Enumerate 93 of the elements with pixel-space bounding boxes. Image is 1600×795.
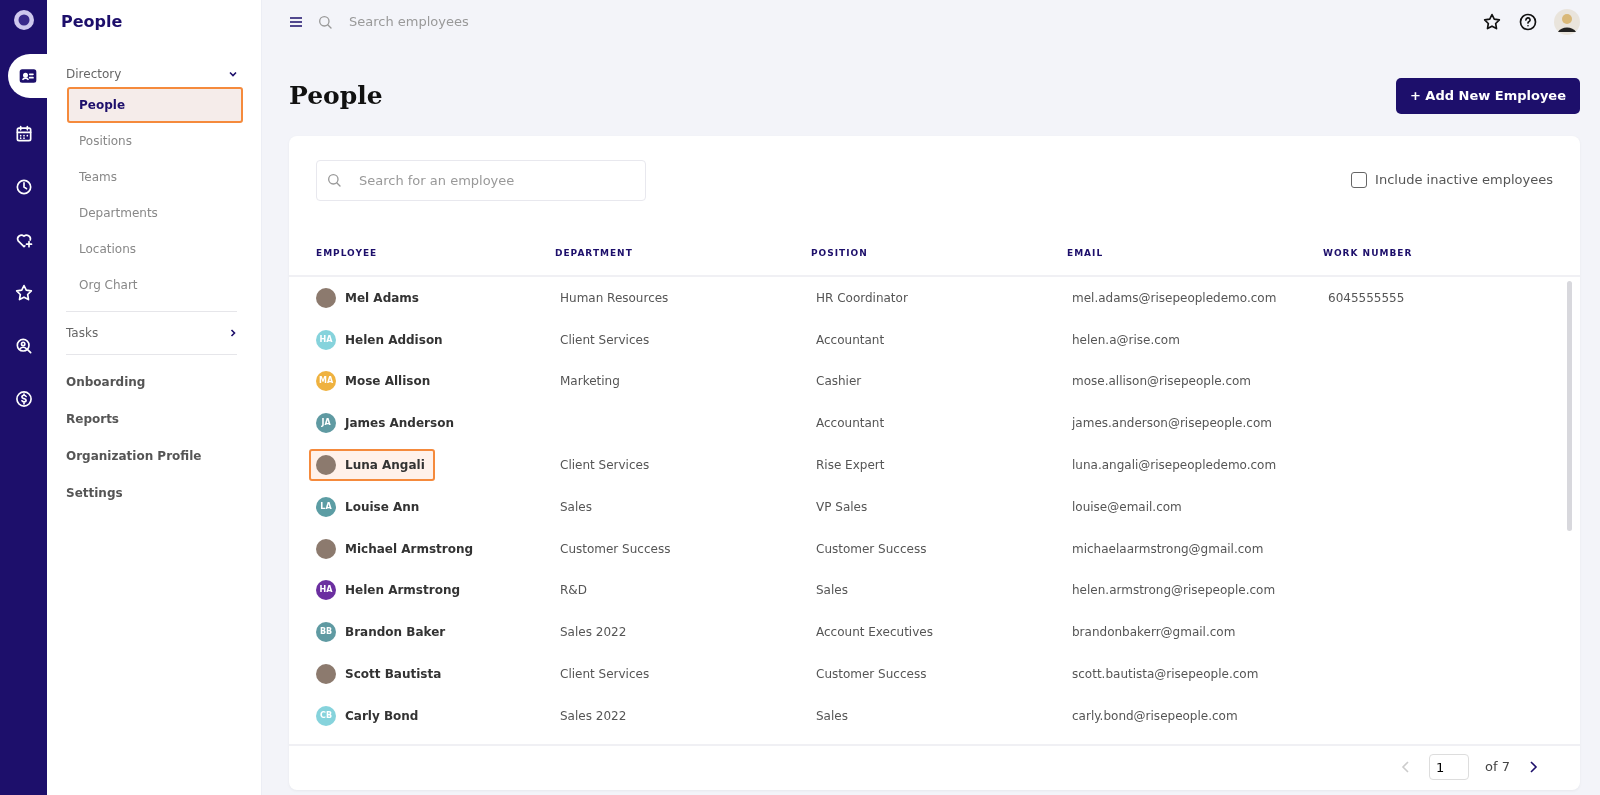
employee-name[interactable]: James Anderson — [345, 414, 454, 433]
page-number-field[interactable]: 1 — [1429, 754, 1470, 780]
table-cell-text: mose.allison@risepeople.com — [1071, 374, 1252, 389]
avatar-photo-placeholder — [316, 455, 336, 476]
avatar-photo-placeholder — [316, 287, 336, 308]
page-title: People — [289, 80, 383, 111]
sidebar-item[interactable]: Positions — [67, 123, 243, 160]
table-cell-text: Client Services — [559, 332, 650, 347]
table-cell-text: Client Services — [559, 667, 650, 682]
sidebar-link[interactable]: Settings — [61, 474, 128, 512]
employee-search-field[interactable]: Search for an employee — [316, 159, 646, 201]
table-cell-text: mel.adams@risepeopledemo.com — [1071, 290, 1277, 305]
avatar: JA — [316, 413, 336, 434]
column-header: EMAIL — [1067, 246, 1105, 260]
employee-name[interactable]: Michael Armstrong — [345, 539, 474, 558]
table-cell-text: helen.armstrong@risepeople.com — [1071, 583, 1276, 598]
employee-name[interactable]: Carly Bond — [345, 706, 419, 725]
search-icon — [326, 171, 342, 188]
sidebar-link[interactable]: Reports — [61, 400, 124, 438]
table-cell-text: Sales 2022 — [559, 625, 627, 640]
table-cell-text: michaelaarmstrong@gmail.com — [1071, 541, 1264, 556]
table-cell-text: helen.a@rise.com — [1071, 332, 1180, 347]
sidebar-title: People — [61, 12, 124, 32]
table-cell-text: Rise Expert — [815, 458, 885, 473]
help-icon[interactable] — [1518, 12, 1538, 32]
table-cell-text: Accountant — [815, 416, 885, 431]
table-cell-text: luna.angali@risepeopledemo.com — [1071, 458, 1277, 473]
table-cell-text: HR Coordinator — [815, 290, 908, 305]
table-cell-text: Sales 2022 — [559, 708, 627, 723]
table-cell-text: 6045555555 — [1327, 290, 1405, 305]
employee-name[interactable]: Mel Adams — [345, 288, 419, 307]
table-cell-text: Client Services — [559, 458, 650, 473]
scroll-bar[interactable] — [1567, 281, 1572, 531]
sidebar-group[interactable]: Directory — [61, 61, 247, 88]
avatar: BB — [316, 622, 336, 643]
avatar-photo-placeholder — [316, 538, 336, 559]
table-cell-text: Customer Success — [815, 667, 927, 682]
table-cell-text: Sales — [815, 583, 848, 598]
avatar: HA — [316, 580, 336, 601]
table-cell-text: Customer Success — [559, 541, 671, 556]
sidebar-item[interactable]: Org Chart — [67, 267, 243, 304]
sidebar-item[interactable]: Locations — [67, 231, 243, 268]
logo-icon — [11, 8, 36, 32]
avatar: MA — [316, 371, 336, 392]
table-cell-text: Customer Success — [815, 541, 927, 556]
star-icon — [13, 282, 34, 303]
employee-name[interactable]: Helen Addison — [345, 330, 443, 349]
column-header: WORK NUMBER — [1323, 246, 1414, 260]
avatar: CB — [316, 705, 336, 726]
avatar-photo-placeholder — [316, 664, 336, 685]
table-cell-text: Sales — [815, 708, 848, 723]
table-cell-text: Accountant — [815, 332, 885, 347]
contact-card-icon — [17, 66, 38, 86]
employee-name[interactable]: Louise Ann — [345, 497, 420, 516]
employee-name[interactable]: Helen Armstrong — [345, 581, 461, 600]
table-cell-text: james.anderson@risepeople.com — [1070, 416, 1272, 431]
user-avatar[interactable] — [1554, 9, 1580, 35]
sidebar-group[interactable]: Tasks — [61, 320, 247, 347]
table-cell-text: VP Sales — [815, 499, 868, 514]
avatar: HA — [316, 329, 336, 350]
table-cell-text: R&D — [559, 583, 587, 598]
table-cell-text: brandonbakerr@gmail.com — [1071, 625, 1236, 640]
table-cell-text: Sales — [559, 499, 592, 514]
search-icon — [317, 14, 333, 30]
sidebar-link[interactable]: Organization Profile — [61, 437, 207, 475]
chevron-icon — [229, 70, 237, 79]
table-cell-text: louise@email.com — [1071, 499, 1182, 514]
sidebar-link[interactable]: Onboarding — [61, 363, 151, 401]
employee-name[interactable]: Mose Allison — [345, 372, 431, 391]
table-cell-text: carly.bond@risepeople.com — [1071, 708, 1238, 723]
column-header: EMPLOYEE — [316, 246, 379, 260]
chevron-icon — [229, 329, 237, 338]
employee-name[interactable]: Brandon Baker — [345, 623, 446, 642]
column-header: DEPARTMENT — [555, 246, 634, 260]
star-icon[interactable] — [1482, 12, 1502, 32]
table-cell-text: Human Resources — [559, 290, 669, 305]
avatar: LA — [316, 496, 336, 517]
table-cell-text: Marketing — [559, 374, 620, 389]
table-cell-text: Account Executives — [815, 625, 933, 640]
rail-nav-button[interactable] — [8, 54, 47, 98]
search-field[interactable]: Search employees — [347, 11, 647, 33]
sidebar-item[interactable]: Departments — [67, 195, 243, 232]
table-cell-text: Cashier — [815, 374, 862, 389]
sidebar-item[interactable]: Teams — [67, 159, 243, 196]
column-header: POSITION — [811, 246, 869, 260]
employee-name[interactable]: Scott Bautista — [345, 665, 442, 684]
dollar-icon — [13, 388, 34, 409]
menu-icon[interactable] — [289, 16, 303, 28]
table-cell-text: scott.bautista@risepeople.com — [1071, 667, 1259, 682]
include-inactive-label: Include inactive employees — [1375, 171, 1553, 190]
sidebar-item[interactable]: People — [67, 87, 243, 124]
page-count: of 7 — [1485, 758, 1510, 777]
add-employee-button[interactable]: + Add New Employee — [1395, 78, 1580, 114]
